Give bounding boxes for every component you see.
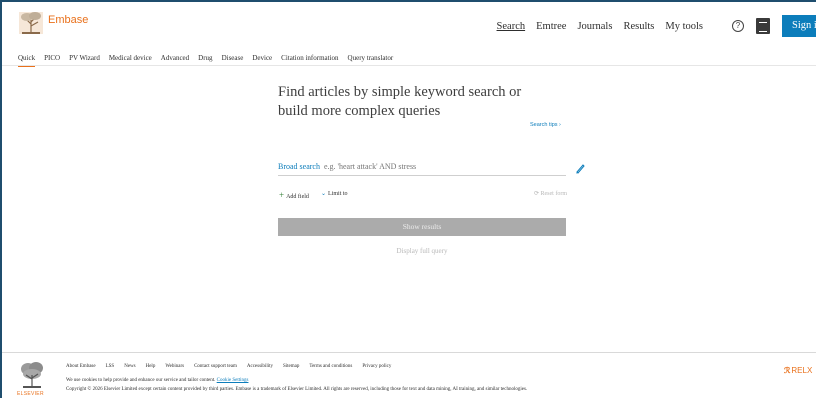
footer-divider — [2, 352, 816, 353]
footer-link-sitemap[interactable]: Sitemap — [283, 364, 299, 369]
footer-link-help[interactable]: Help — [146, 364, 156, 369]
relx-logo[interactable]: ℛRELX — [784, 366, 812, 375]
reset-icon: ⟳ — [533, 191, 539, 197]
cookie-settings-link[interactable]: Cookie Settings — [217, 378, 249, 383]
reset-form-button[interactable]: ⟳ Reset form — [534, 190, 567, 197]
show-results-button[interactable]: Show results — [278, 218, 566, 236]
elsevier-tree-logo-footer[interactable] — [20, 361, 44, 391]
search-tips-link[interactable]: Search tips › — [530, 122, 561, 128]
footer-link-webinars[interactable]: Webinars — [165, 364, 184, 369]
nav-my-tools[interactable]: My tools — [665, 21, 703, 32]
reset-form-label: Reset form — [540, 191, 568, 197]
footer-link-about[interactable]: About Embase — [66, 364, 96, 369]
pencil-icon[interactable] — [575, 161, 585, 174]
elsevier-wordmark: ELSEVIER — [17, 391, 44, 397]
header: Embase Search Emtree Journals Results My… — [2, 2, 816, 50]
search-field-row: Broad search — [278, 158, 566, 176]
footer-links: About Embase LSS News Help Webinars Cont… — [66, 364, 401, 369]
footer-link-news[interactable]: News — [124, 364, 135, 369]
brand-name[interactable]: Embase — [48, 14, 88, 26]
top-nav: Search Emtree Journals Results My tools … — [497, 2, 816, 50]
sign-in-button[interactable]: Sign in — [782, 15, 816, 37]
question-circle-icon[interactable]: ? — [732, 20, 744, 32]
footer-link-privacy[interactable]: Privacy policy — [362, 364, 391, 369]
page-headline: Find articles by simple keyword search o… — [278, 84, 522, 119]
plus-icon: + — [279, 190, 285, 200]
nav-emtree[interactable]: Emtree — [536, 21, 566, 32]
query-controls: + Add field ⌄ Limit to ⟳ Reset form — [279, 190, 567, 200]
cookie-notice: We use cookies to help provide and enhan… — [66, 378, 248, 383]
cookie-text: We use cookies to help provide and enhan… — [66, 378, 216, 383]
institution-icon[interactable] — [756, 18, 770, 34]
limit-to-toggle[interactable]: ⌄ Limit to — [321, 190, 348, 197]
limit-to-label: Limit to — [328, 191, 348, 197]
search-input[interactable] — [323, 162, 566, 171]
field-selector[interactable]: Broad search — [278, 162, 320, 171]
nav-search[interactable]: Search — [497, 21, 526, 32]
footer-link-terms[interactable]: Terms and conditions — [309, 364, 352, 369]
add-field-label: Add field — [286, 194, 309, 200]
footer-link-accessibility[interactable]: Accessibility — [247, 364, 273, 369]
nav-journals[interactable]: Journals — [577, 21, 612, 32]
footer-link-lss[interactable]: LSS — [106, 364, 115, 369]
chevron-down-icon: ⌄ — [321, 191, 327, 197]
nav-results[interactable]: Results — [623, 21, 654, 32]
relx-word: RELX — [791, 366, 813, 375]
elsevier-tree-logo[interactable] — [18, 10, 44, 38]
relx-mark-icon: ℛ — [784, 366, 791, 375]
footer-link-contact[interactable]: Contact support team — [194, 364, 237, 369]
subnav-divider — [2, 65, 816, 66]
add-field-button[interactable]: + Add field — [279, 190, 309, 200]
display-full-query-link[interactable]: Display full query — [278, 247, 566, 255]
copyright-text: Copyright © 2026 Elsevier Limited except… — [66, 387, 528, 392]
